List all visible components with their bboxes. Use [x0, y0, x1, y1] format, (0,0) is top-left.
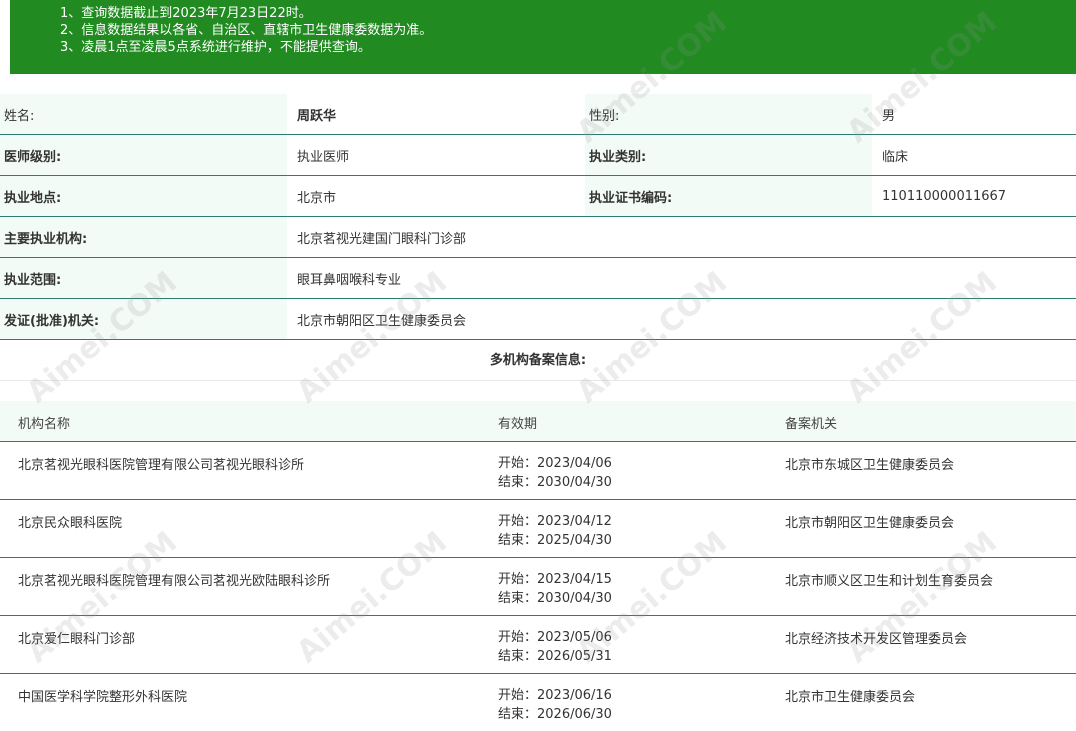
row-validity: 开始：2023/04/12 结束：2025/04/30 [498, 512, 612, 550]
row-authority: 北京市朝阳区卫生健康委员会 [785, 516, 955, 531]
table-row: 北京茗视光眼科医院管理有限公司茗视光眼科诊所 开始：2023/04/06 结束：… [0, 442, 1076, 500]
header-authority: 备案机关 [785, 417, 838, 432]
category-label: 执业类别: [585, 134, 872, 176]
gender-value: 男 [872, 94, 1076, 135]
row-end: 结束：2026/06/30 [498, 707, 612, 722]
level-value: 执业医师 [287, 134, 585, 176]
row-end: 结束：2026/05/31 [498, 649, 612, 664]
level-label: 医师级别: [0, 134, 287, 176]
name-value: 周跃华 [287, 94, 585, 135]
row-institution: 北京民众眼科医院 [18, 516, 123, 531]
notice-line-2: 2、信息数据结果以各省、自治区、直辖市卫生健康委数据为准。 [60, 23, 433, 38]
row-validity: 开始：2023/04/15 结束：2030/04/30 [498, 570, 612, 608]
row-start: 开始：2023/06/16 [498, 688, 612, 703]
table-row: 北京茗视光眼科医院管理有限公司茗视光欧陆眼科诊所 开始：2023/04/15 结… [0, 558, 1076, 616]
row-start: 开始：2023/04/15 [498, 572, 612, 587]
doctor-info-table: 姓名: 周跃华 性别: 男 医师级别: 执业医师 执业类别: 临床 执业地点: … [0, 94, 1076, 340]
row-end: 结束：2025/04/30 [498, 533, 612, 548]
row-end: 结束：2030/04/30 [498, 591, 612, 606]
name-label: 姓名: [0, 94, 287, 135]
issuer-label: 发证(批准)机关: [0, 298, 287, 340]
row-authority: 北京市卫生健康委员会 [785, 690, 916, 705]
table-row: 北京民众眼科医院 开始：2023/04/12 结束：2025/04/30 北京市… [0, 500, 1076, 558]
header-validity: 有效期 [498, 417, 538, 432]
row-validity: 开始：2023/04/06 结束：2030/04/30 [498, 454, 612, 492]
notice-banner: 1、查询数据截止到2023年7月23日22时。 2、信息数据结果以各省、自治区、… [10, 0, 1076, 74]
row-institution: 中国医学科学院整形外科医院 [18, 690, 188, 705]
row-institution: 北京茗视光眼科医院管理有限公司茗视光欧陆眼科诊所 [18, 574, 331, 589]
row-validity: 开始：2023/06/16 结束：2026/06/30 [498, 686, 612, 724]
scope-label: 执业范围: [0, 257, 287, 299]
cert-value: 110110000011667 [872, 175, 1076, 217]
gender-label: 性别: [585, 94, 872, 135]
row-institution: 北京茗视光眼科医院管理有限公司茗视光眼科诊所 [18, 458, 305, 473]
row-institution: 北京爱仁眼科门诊部 [18, 632, 136, 647]
location-label: 执业地点: [0, 175, 287, 217]
cert-label: 执业证书编码: [585, 175, 872, 217]
info-row-location: 执业地点: 北京市 执业证书编码: 110110000011667 [0, 175, 1076, 217]
info-row-name: 姓名: 周跃华 性别: 男 [0, 94, 1076, 135]
category-value: 临床 [872, 134, 1076, 176]
records-header: 机构名称 有效期 备案机关 [0, 401, 1076, 442]
row-start: 开始：2023/05/06 [498, 630, 612, 645]
table-row: 北京爱仁眼科门诊部 开始：2023/05/06 结束：2026/05/31 北京… [0, 616, 1076, 674]
notice-line-3: 3、凌晨1点至凌晨5点系统进行维护，不能提供查询。 [60, 40, 371, 55]
row-start: 开始：2023/04/06 [498, 456, 612, 471]
info-row-level: 医师级别: 执业医师 执业类别: 临床 [0, 134, 1076, 176]
info-row-issuer: 发证(批准)机关: 北京市朝阳区卫生健康委员会 [0, 298, 1076, 340]
row-authority: 北京市顺义区卫生和计划生育委员会 [785, 574, 994, 589]
row-authority: 北京市东城区卫生健康委员会 [785, 458, 955, 473]
issuer-value: 北京市朝阳区卫生健康委员会 [287, 298, 1076, 340]
info-row-institution: 主要执业机构: 北京茗视光建国门眼科门诊部 [0, 216, 1076, 258]
row-authority: 北京经济技术开发区管理委员会 [785, 632, 968, 647]
table-row: 中国医学科学院整形外科医院 开始：2023/06/16 结束：2026/06/3… [0, 674, 1076, 731]
header-institution: 机构名称 [18, 417, 71, 432]
row-end: 结束：2030/04/30 [498, 475, 612, 490]
notice-line-1: 1、查询数据截止到2023年7月23日22时。 [60, 6, 312, 21]
row-start: 开始：2023/04/12 [498, 514, 612, 529]
institution-value: 北京茗视光建国门眼科门诊部 [287, 216, 1076, 258]
institution-label: 主要执业机构: [0, 216, 287, 258]
info-row-scope: 执业范围: 眼耳鼻咽喉科专业 [0, 257, 1076, 299]
row-validity: 开始：2023/05/06 结束：2026/05/31 [498, 628, 612, 666]
records-title: 多机构备案信息: [0, 342, 1076, 381]
scope-value: 眼耳鼻咽喉科专业 [287, 257, 1076, 299]
location-value: 北京市 [287, 175, 585, 217]
